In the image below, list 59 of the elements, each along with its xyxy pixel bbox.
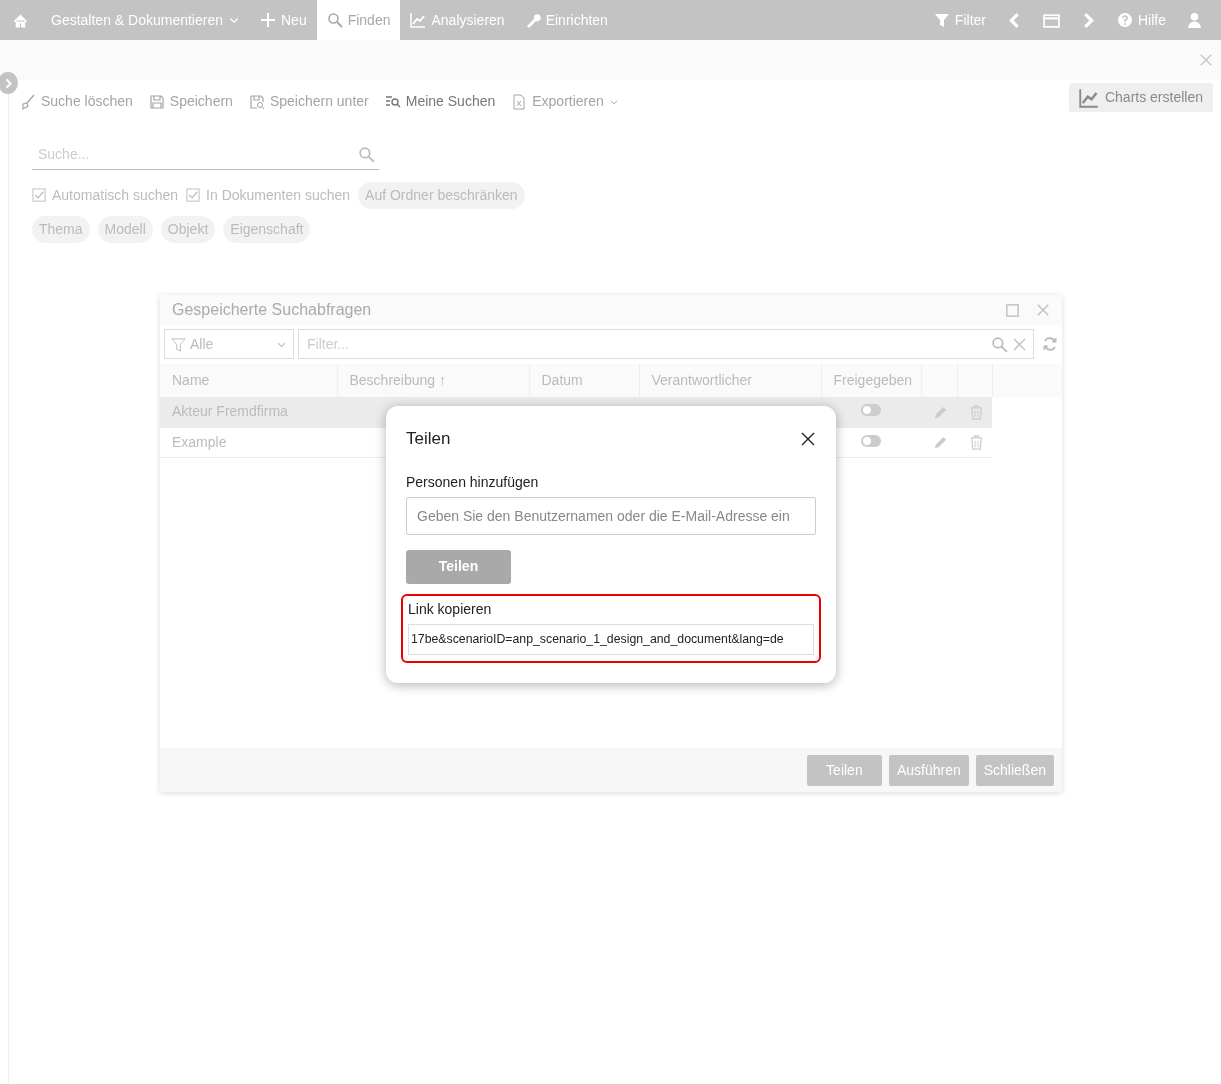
field-label: Link kopieren (408, 599, 493, 619)
user-icon (1186, 11, 1203, 29)
field-label: Personen hinzufügen (406, 472, 540, 492)
shared-toggle[interactable] (861, 434, 881, 447)
floppy-search-icon (248, 93, 265, 110)
search-icon (358, 146, 375, 163)
refresh-button[interactable] (1042, 336, 1058, 352)
help-icon (1117, 12, 1133, 28)
spreadsheet-file-icon (511, 93, 528, 110)
filter-icon (933, 12, 950, 28)
search-icon (326, 12, 343, 28)
nav-tab[interactable]: Analysieren (400, 0, 515, 40)
checked-checkbox-icon (32, 188, 47, 203)
sidebar-toggle-button[interactable] (0, 72, 18, 94)
table-cell: Example (160, 427, 337, 457)
nav-tab[interactable]: Gestalten & Dokumentieren (41, 0, 250, 40)
line-chart-icon (1078, 87, 1099, 108)
home-icon (12, 11, 29, 29)
column-header[interactable]: Freigegeben (821, 364, 921, 397)
column-header[interactable]: Name (160, 364, 337, 397)
filter-dropdown[interactable]: Alle (164, 329, 294, 359)
dialog-button[interactable]: Ausführen (888, 754, 969, 786)
nav-tab[interactable]: Neu (250, 0, 317, 40)
column-header[interactable]: Verantwortlicher (639, 364, 821, 397)
close-icon (1199, 53, 1213, 67)
list-search-icon (384, 93, 401, 110)
close-icon (1036, 303, 1050, 317)
link-field[interactable]: 17be&scenarioID=anp_scenario_1_design_and_document&lang=de (408, 623, 814, 655)
checkbox-option[interactable]: In Dokumenten suchen (186, 185, 351, 206)
help-button[interactable]: Hilfe (1107, 0, 1176, 40)
window-icon (1043, 11, 1060, 29)
shared-toggle[interactable] (861, 404, 881, 417)
filter-button[interactable]: Filter (923, 0, 996, 40)
nav-tab[interactable]: Finden (316, 0, 401, 40)
window-title: Gespeicherte Suchabfragen (172, 300, 372, 320)
pencil-icon (933, 405, 948, 421)
column-header[interactable]: Datum (529, 364, 639, 397)
checkbox-option[interactable]: Automatisch suchen (32, 185, 179, 206)
refresh-icon (1042, 336, 1058, 352)
maximize-icon (1005, 302, 1020, 318)
column-header[interactable]: Beschreibung ↑ (337, 364, 529, 397)
trash-icon (969, 405, 984, 421)
line-chart-icon (410, 12, 427, 28)
close-icon (800, 430, 816, 447)
people-input-field[interactable]: Geben Sie den Benutzernamen oder die E-Mail-Adresse ein (406, 496, 816, 535)
clear-icon (1012, 336, 1027, 352)
dialog-title: Teilen (406, 428, 451, 450)
search-icon (991, 335, 1008, 353)
dialog-button[interactable]: Teilen (806, 754, 882, 786)
plus-icon (260, 12, 276, 28)
checked-checkbox-icon (186, 188, 202, 203)
maximize-button[interactable] (1005, 302, 1020, 318)
trash-icon (969, 435, 984, 451)
dialog-button[interactable]: Schließen (975, 754, 1054, 786)
nav-tab[interactable]: Einrichten (514, 0, 618, 40)
close-button[interactable] (800, 430, 816, 447)
pencil-icon (933, 435, 948, 451)
filter-icon (171, 336, 186, 352)
toolbar-button[interactable]: Meine Suchen (384, 91, 496, 112)
